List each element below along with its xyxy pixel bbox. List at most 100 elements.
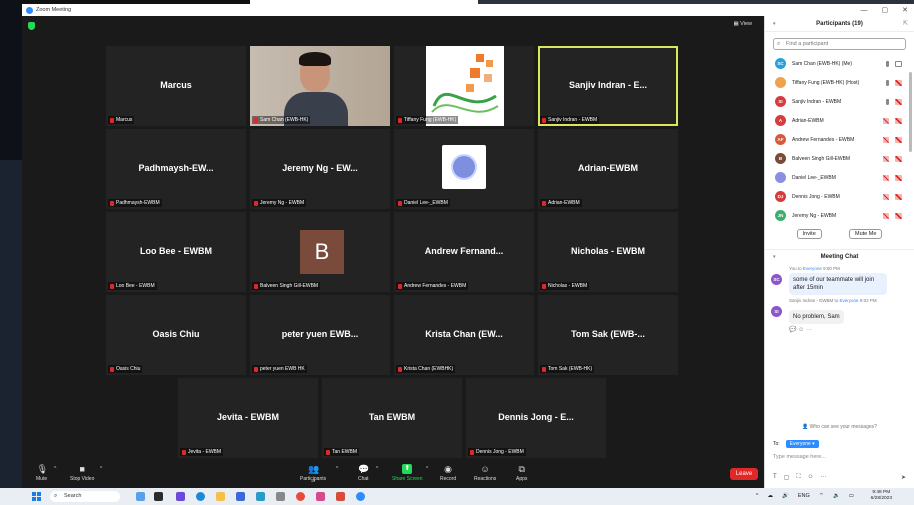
chat-message-input[interactable]: Type message here... [773,454,826,460]
add-reaction-icon[interactable]: ☺ [798,327,804,333]
participants-scrollbar[interactable] [909,72,912,152]
video-tile[interactable]: Dennis Jong - E... Dennis Jong - EWBM [466,378,606,458]
video-tile[interactable]: Daniel Lee-_EWBM [394,129,534,209]
participant-row[interactable]: Tiffany Fung (EWB-HK) (Host) [765,73,914,92]
participant-row[interactable]: Daniel Lee-_EWBM [765,168,914,187]
file-icon[interactable]: ▢ [784,474,790,481]
wifi-icon[interactable]: ⌔ [819,492,824,499]
store-app-icon[interactable] [236,492,245,501]
video-tile[interactable]: Krista Chan (EW... Krista Chan (EWBHK) [394,295,534,375]
chrome-app-icon[interactable] [296,492,305,501]
video-tile[interactable]: Sam Chan (EWB-HK) [250,46,390,126]
chat-bubble[interactable]: some of our teammate will join after 15m… [789,273,887,295]
edge-app-icon[interactable] [196,492,205,501]
windows-start-icon[interactable] [32,492,41,501]
clock[interactable]: 9:48 PM 6/28/2023 [871,490,892,502]
participant-row[interactable]: JN Jeremy Ng - EWBM [765,206,914,225]
video-tile[interactable]: Sanjiv Indran - E... Sanjiv Indran - EWBM [538,46,678,126]
office-app-icon[interactable] [336,492,345,501]
battery-icon[interactable]: ▭ [849,493,854,499]
chat-options-caret-icon[interactable]: ^ [376,466,378,472]
speaker-tray-icon[interactable]: 🔊 [782,493,789,499]
chat-bubble[interactable]: No problem, Sam [789,310,844,324]
volume-icon[interactable]: 🔉 [833,493,840,499]
participant-row[interactable]: AF Andrew Fernandes - EWBM [765,130,914,149]
video-tile[interactable]: B Balveen Singh Gill-EWBM [250,212,390,292]
video-tile[interactable]: Andrew Fernand... Andrew Fernandes - EWBM [394,212,534,292]
teams-app-icon[interactable] [176,492,185,501]
video-tile[interactable]: Padhmaysh-EW... Padhmaysh-EWBM [106,129,246,209]
reply-icon[interactable]: 💬 [789,327,796,333]
meeting-toolbar: 🎙 Mute ^ ■ Stop Video ^ 👥19 Participants ^ … [22,462,764,488]
widgets-app-icon[interactable] [136,492,145,501]
share-options-caret-icon[interactable]: ^ [426,466,428,472]
participant-status [886,60,902,67]
tray-chevron-icon[interactable]: ^ [756,493,759,499]
language-indicator[interactable]: ENG [798,493,810,499]
video-options-caret-icon[interactable]: ^ [100,466,102,472]
task-view-icon[interactable] [154,492,163,501]
participant-label-text: Nicholas - EWBM [548,283,588,289]
video-tile[interactable]: Jeremy Ng - EW... Jeremy Ng - EWBM [250,129,390,209]
record-button[interactable]: ◉ Record [440,464,456,482]
settings-app-icon[interactable] [276,492,285,501]
close-button[interactable]: ✕ [902,6,908,14]
participant-label-text: Padhmaysh-EWBM [116,200,160,206]
popout-icon[interactable]: ⇱ [903,16,908,32]
stop-video-button[interactable]: ■ Stop Video [70,464,94,482]
collapse-participants-chevron-icon[interactable]: ▾ [773,16,776,32]
collapse-chat-chevron-icon[interactable]: ▾ [773,250,776,264]
message-more-icon[interactable]: ··· [806,327,812,333]
avatar [442,145,486,189]
video-tile[interactable]: Tiffany Fung (EWB-HK) [394,46,534,126]
video-tile[interactable]: Marcus Marcus [106,46,246,126]
video-tile[interactable]: Loo Bee - EWBM Loo Bee - EWBM [106,212,246,292]
pink-app-icon[interactable] [316,492,325,501]
apps-button[interactable]: ⧉ Apps [516,464,527,482]
minimize-button[interactable]: — [861,7,868,14]
encryption-shield-icon[interactable] [28,22,35,30]
format-text-icon[interactable]: T [773,474,777,481]
participant-search-input[interactable]: ⌕ Find a participant [773,38,906,50]
screenshot-icon[interactable]: ⛶ [796,474,800,481]
send-icon[interactable]: ➤ [901,474,906,481]
participant-row[interactable]: SC Sam Chan (EWB-HK) (Me) [765,54,914,73]
search-icon: ⌕ [54,493,58,499]
who-can-see-link[interactable]: 👤 Who can see your messages? [765,424,914,430]
video-tile[interactable]: Nicholas - EWBM Nicholas - EWBM [538,212,678,292]
zoom-app-icon[interactable] [356,492,365,501]
mute-me-button[interactable]: Mute Me [848,229,883,239]
mute-options-caret-icon[interactable]: ^ [54,466,56,472]
muted-mic-icon [542,366,546,372]
video-tile[interactable]: Oasis Chiu Oasis Chiu [106,295,246,375]
video-tile[interactable]: peter yuen EWB... peter yuen EWB HK [250,295,390,375]
view-button[interactable]: ▦ View [733,21,752,27]
muted-mic-icon [110,366,114,372]
linkedin-app-icon[interactable] [256,492,265,501]
participant-row[interactable]: SI Sanjiv Indran - EWBM [765,92,914,111]
share-screen-button[interactable]: ⬆ Share Screen [392,464,423,482]
video-tile[interactable]: Tan EWBM Tan EWBM [322,378,462,458]
chat-button[interactable]: 💬 Chat [358,464,370,482]
mute-button[interactable]: 🎙 Mute [36,464,48,482]
emoji-icon[interactable]: ☺ [808,474,814,481]
recipient-select[interactable]: Everyone ▾ [785,440,819,448]
participant-row[interactable]: B Balveen Singh Gill-EWBM [765,149,914,168]
participant-row[interactable]: DJ Dennis Jong - EWBM [765,187,914,206]
onedrive-icon[interactable]: ☁ [767,493,773,499]
participants-options-caret-icon[interactable]: ^ [336,466,338,472]
microphone-muted-icon [883,136,889,143]
participant-row[interactable]: A Adrian-EWBM [765,111,914,130]
microphone-muted-icon [883,212,889,219]
taskbar-search-input[interactable]: ⌕ Search [50,491,120,502]
leave-button[interactable]: Leave [730,468,758,480]
participants-button[interactable]: 👥19 Participants [300,464,326,483]
video-tile[interactable]: Tom Sak (EWB-... Tom Sak (EWB-HK) [538,295,678,375]
video-tile[interactable]: Jevita - EWBM Jevita - EWBM [178,378,318,458]
video-tile[interactable]: Adrian-EWBM Adrian-EWBM [538,129,678,209]
file-explorer-icon[interactable] [216,492,225,501]
maximize-button[interactable]: ▢ [882,6,889,14]
more-icon[interactable]: ··· [821,474,827,481]
reactions-button[interactable]: ☺ Reactions [474,464,496,482]
invite-button[interactable]: Invite [796,229,822,239]
